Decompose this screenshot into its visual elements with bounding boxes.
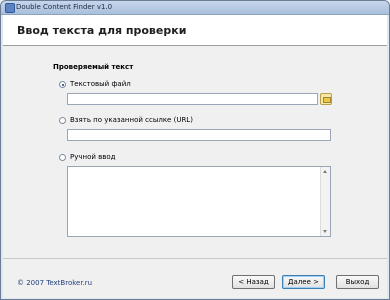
open-folder-icon[interactable]: [320, 93, 332, 105]
title-bar[interactable]: Double Content Finder v1.0: [1, 1, 389, 15]
vertical-scrollbar[interactable]: [320, 167, 330, 236]
window-title: Double Content Finder v1.0: [16, 3, 113, 11]
app-window: Double Content Finder v1.0 Ввод текста д…: [0, 0, 390, 300]
footer-divider: [3, 258, 387, 259]
back-button[interactable]: < Назад: [232, 275, 275, 289]
next-button[interactable]: Далее >: [282, 275, 325, 289]
app-icon: [5, 3, 15, 13]
radio-url-label[interactable]: Взять по указанной ссылке (URL): [70, 116, 193, 124]
radio-text-file[interactable]: [59, 81, 66, 88]
wizard-header: Ввод текста для проверки: [3, 15, 387, 46]
radio-url[interactable]: [59, 117, 66, 124]
scroll-down-icon[interactable]: [323, 230, 327, 233]
copyright-link[interactable]: © 2007 TextBroker.ru: [17, 279, 92, 287]
page-title: Ввод текста для проверки: [17, 24, 187, 37]
exit-button[interactable]: Выход: [336, 275, 379, 289]
url-input[interactable]: [67, 129, 331, 141]
radio-text-file-label[interactable]: Текстовый файл: [70, 80, 131, 88]
radio-manual[interactable]: [59, 154, 66, 161]
file-path-input[interactable]: [67, 93, 318, 105]
radio-manual-label[interactable]: Ручной ввод: [70, 153, 116, 161]
section-title: Проверяемый текст: [53, 63, 134, 71]
manual-text-area[interactable]: [67, 166, 331, 237]
wizard-page: Ввод текста для проверки Проверяемый тек…: [3, 15, 387, 298]
scroll-up-icon[interactable]: [323, 170, 327, 173]
